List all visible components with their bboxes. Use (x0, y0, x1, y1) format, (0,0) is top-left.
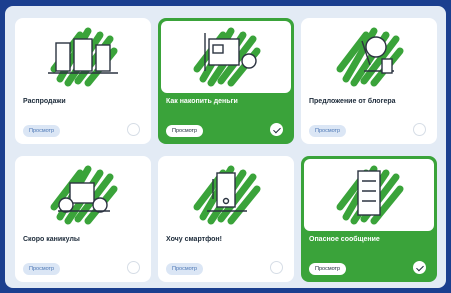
shopping-illustration (18, 21, 148, 93)
line-art-shape (55, 42, 71, 72)
selected-check-icon[interactable] (270, 123, 283, 136)
savings-illustration (161, 21, 291, 93)
card-title: Скоро каникулы (23, 236, 80, 243)
line-art-shape (222, 197, 230, 205)
preview-button[interactable]: Просмотр (23, 125, 61, 137)
line-art-shape (92, 197, 108, 213)
preview-button[interactable]: Просмотр (166, 263, 204, 275)
card-sales[interactable]: Распродажи Просмотр (15, 18, 151, 144)
line-art-shape (58, 197, 74, 213)
line-art-shape (357, 170, 381, 216)
illustration-art (48, 27, 118, 87)
illustration-art (336, 27, 404, 87)
card-vacation[interactable]: Скоро каникулы Просмотр (15, 156, 151, 282)
line-art-shape (73, 38, 93, 72)
preview-button[interactable]: Просмотр (309, 125, 347, 137)
preview-button[interactable]: Просмотр (23, 263, 61, 275)
select-radio[interactable] (127, 261, 140, 274)
selected-check-icon[interactable] (413, 261, 426, 274)
smartphone-illustration (161, 159, 291, 231)
line-art-shape (365, 36, 387, 58)
illustration-art (50, 165, 118, 225)
select-radio[interactable] (127, 123, 140, 136)
card-blogger-offer[interactable]: Предложение от блогера Просмотр (301, 18, 437, 144)
line-art-shape (212, 44, 224, 54)
line-art-shape (381, 58, 393, 74)
blogger-illustration (304, 21, 434, 93)
template-panel: Распродажи Просмотр Как накопить деньги … (5, 6, 446, 288)
preview-button[interactable]: Просмотр (166, 125, 204, 137)
card-title: Опасное сообщение (309, 236, 380, 243)
select-radio[interactable] (413, 123, 426, 136)
illustration-art (336, 165, 404, 225)
card-smartphone[interactable]: Хочу смартфон! Просмотр (158, 156, 294, 282)
select-radio[interactable] (270, 261, 283, 274)
card-title: Предложение от блогера (309, 98, 396, 105)
vacation-illustration (18, 159, 148, 231)
line-art-shape (241, 53, 257, 69)
illustration-art (193, 27, 261, 87)
card-title: Хочу смартфон! (166, 236, 222, 243)
line-art-shape (69, 182, 95, 204)
preview-button[interactable]: Просмотр (309, 263, 347, 275)
card-saving-money[interactable]: Как накопить деньги Просмотр (158, 18, 294, 144)
dangerous-message-illustration (304, 159, 434, 231)
card-title: Распродажи (23, 98, 66, 105)
illustration-art (193, 165, 261, 225)
line-art-shape (95, 44, 111, 72)
card-title: Как накопить деньги (166, 98, 238, 105)
card-dangerous-message[interactable]: Опасное сообщение Просмотр (301, 156, 437, 282)
